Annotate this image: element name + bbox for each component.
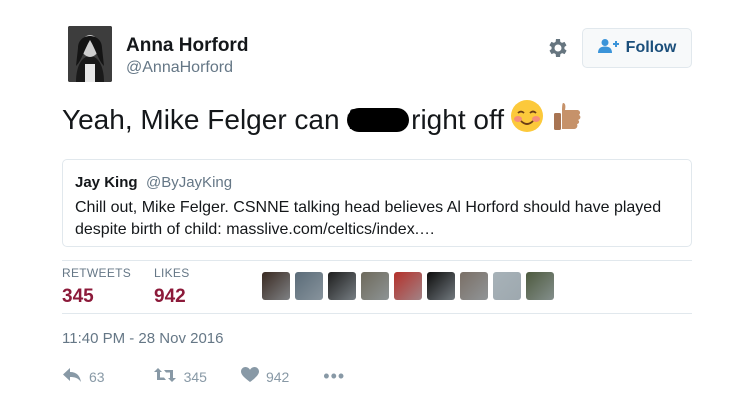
reply-count: 63 bbox=[89, 368, 105, 385]
liker-avatar[interactable] bbox=[394, 272, 422, 300]
retweets-label: RETWEETS bbox=[62, 266, 132, 280]
quoted-author-name: Jay King bbox=[75, 174, 138, 191]
liker-avatar[interactable] bbox=[427, 272, 455, 300]
divider bbox=[62, 313, 692, 314]
gear-icon[interactable] bbox=[545, 36, 569, 60]
avatar[interactable] bbox=[68, 26, 112, 82]
like-button[interactable]: 942 bbox=[240, 367, 290, 386]
quoted-tweet-text: Chill out, Mike Felger. CSNNE talking he… bbox=[75, 199, 662, 238]
liker-avatar[interactable] bbox=[361, 272, 389, 300]
author-name[interactable]: Anna Horford bbox=[126, 35, 248, 57]
reply-button[interactable]: 63 bbox=[62, 367, 105, 386]
reply-icon bbox=[62, 367, 82, 386]
blushing-face-emoji bbox=[510, 99, 544, 140]
heart-icon bbox=[240, 367, 259, 386]
liker-avatar[interactable] bbox=[460, 272, 488, 300]
tweet-text: Yeah, Mike Felger can f right off bbox=[62, 99, 584, 140]
tweet-text-end: right off bbox=[411, 103, 504, 135]
action-bar: 63 345 942 ••• bbox=[62, 366, 345, 387]
liker-avatar[interactable] bbox=[526, 272, 554, 300]
liker-avatar[interactable] bbox=[493, 272, 521, 300]
divider bbox=[62, 260, 692, 261]
retweet-icon bbox=[153, 367, 177, 386]
liker-avatars bbox=[262, 272, 554, 300]
retweets-count: 345 bbox=[62, 286, 94, 307]
redaction-mark bbox=[347, 107, 410, 132]
quoted-tweet-card[interactable]: Jay King @ByJayKing Chill out, Mike Felg… bbox=[62, 159, 692, 247]
like-count: 942 bbox=[265, 368, 290, 385]
retweet-button[interactable]: 345 bbox=[153, 367, 207, 386]
liker-avatar[interactable] bbox=[262, 272, 290, 300]
author-handle[interactable]: @AnnaHorford bbox=[126, 59, 233, 77]
follow-button[interactable]: Follow bbox=[582, 28, 692, 68]
tweet-timestamp[interactable]: 11:40 PM - 28 Nov 2016 bbox=[62, 330, 223, 347]
thumbs-up-emoji bbox=[550, 99, 584, 140]
follow-label: Follow bbox=[625, 39, 677, 56]
likes-label: LIKES bbox=[154, 266, 190, 280]
tweet-text-start: Yeah, Mike Felger can f bbox=[62, 103, 356, 135]
liker-avatar[interactable] bbox=[295, 272, 323, 300]
retweet-count: 345 bbox=[183, 368, 207, 385]
liker-avatar[interactable] bbox=[328, 272, 356, 300]
likes-stat[interactable]: LIKES 942 bbox=[154, 266, 190, 308]
retweets-stat[interactable]: RETWEETS 345 bbox=[62, 266, 131, 308]
add-user-icon bbox=[597, 38, 620, 59]
likes-count: 942 bbox=[154, 286, 186, 307]
quoted-tweet-header: Jay King @ByJayKing bbox=[75, 174, 679, 192]
more-options-icon[interactable]: ••• bbox=[323, 366, 345, 387]
quoted-author-handle: @ByJayKing bbox=[145, 174, 233, 191]
